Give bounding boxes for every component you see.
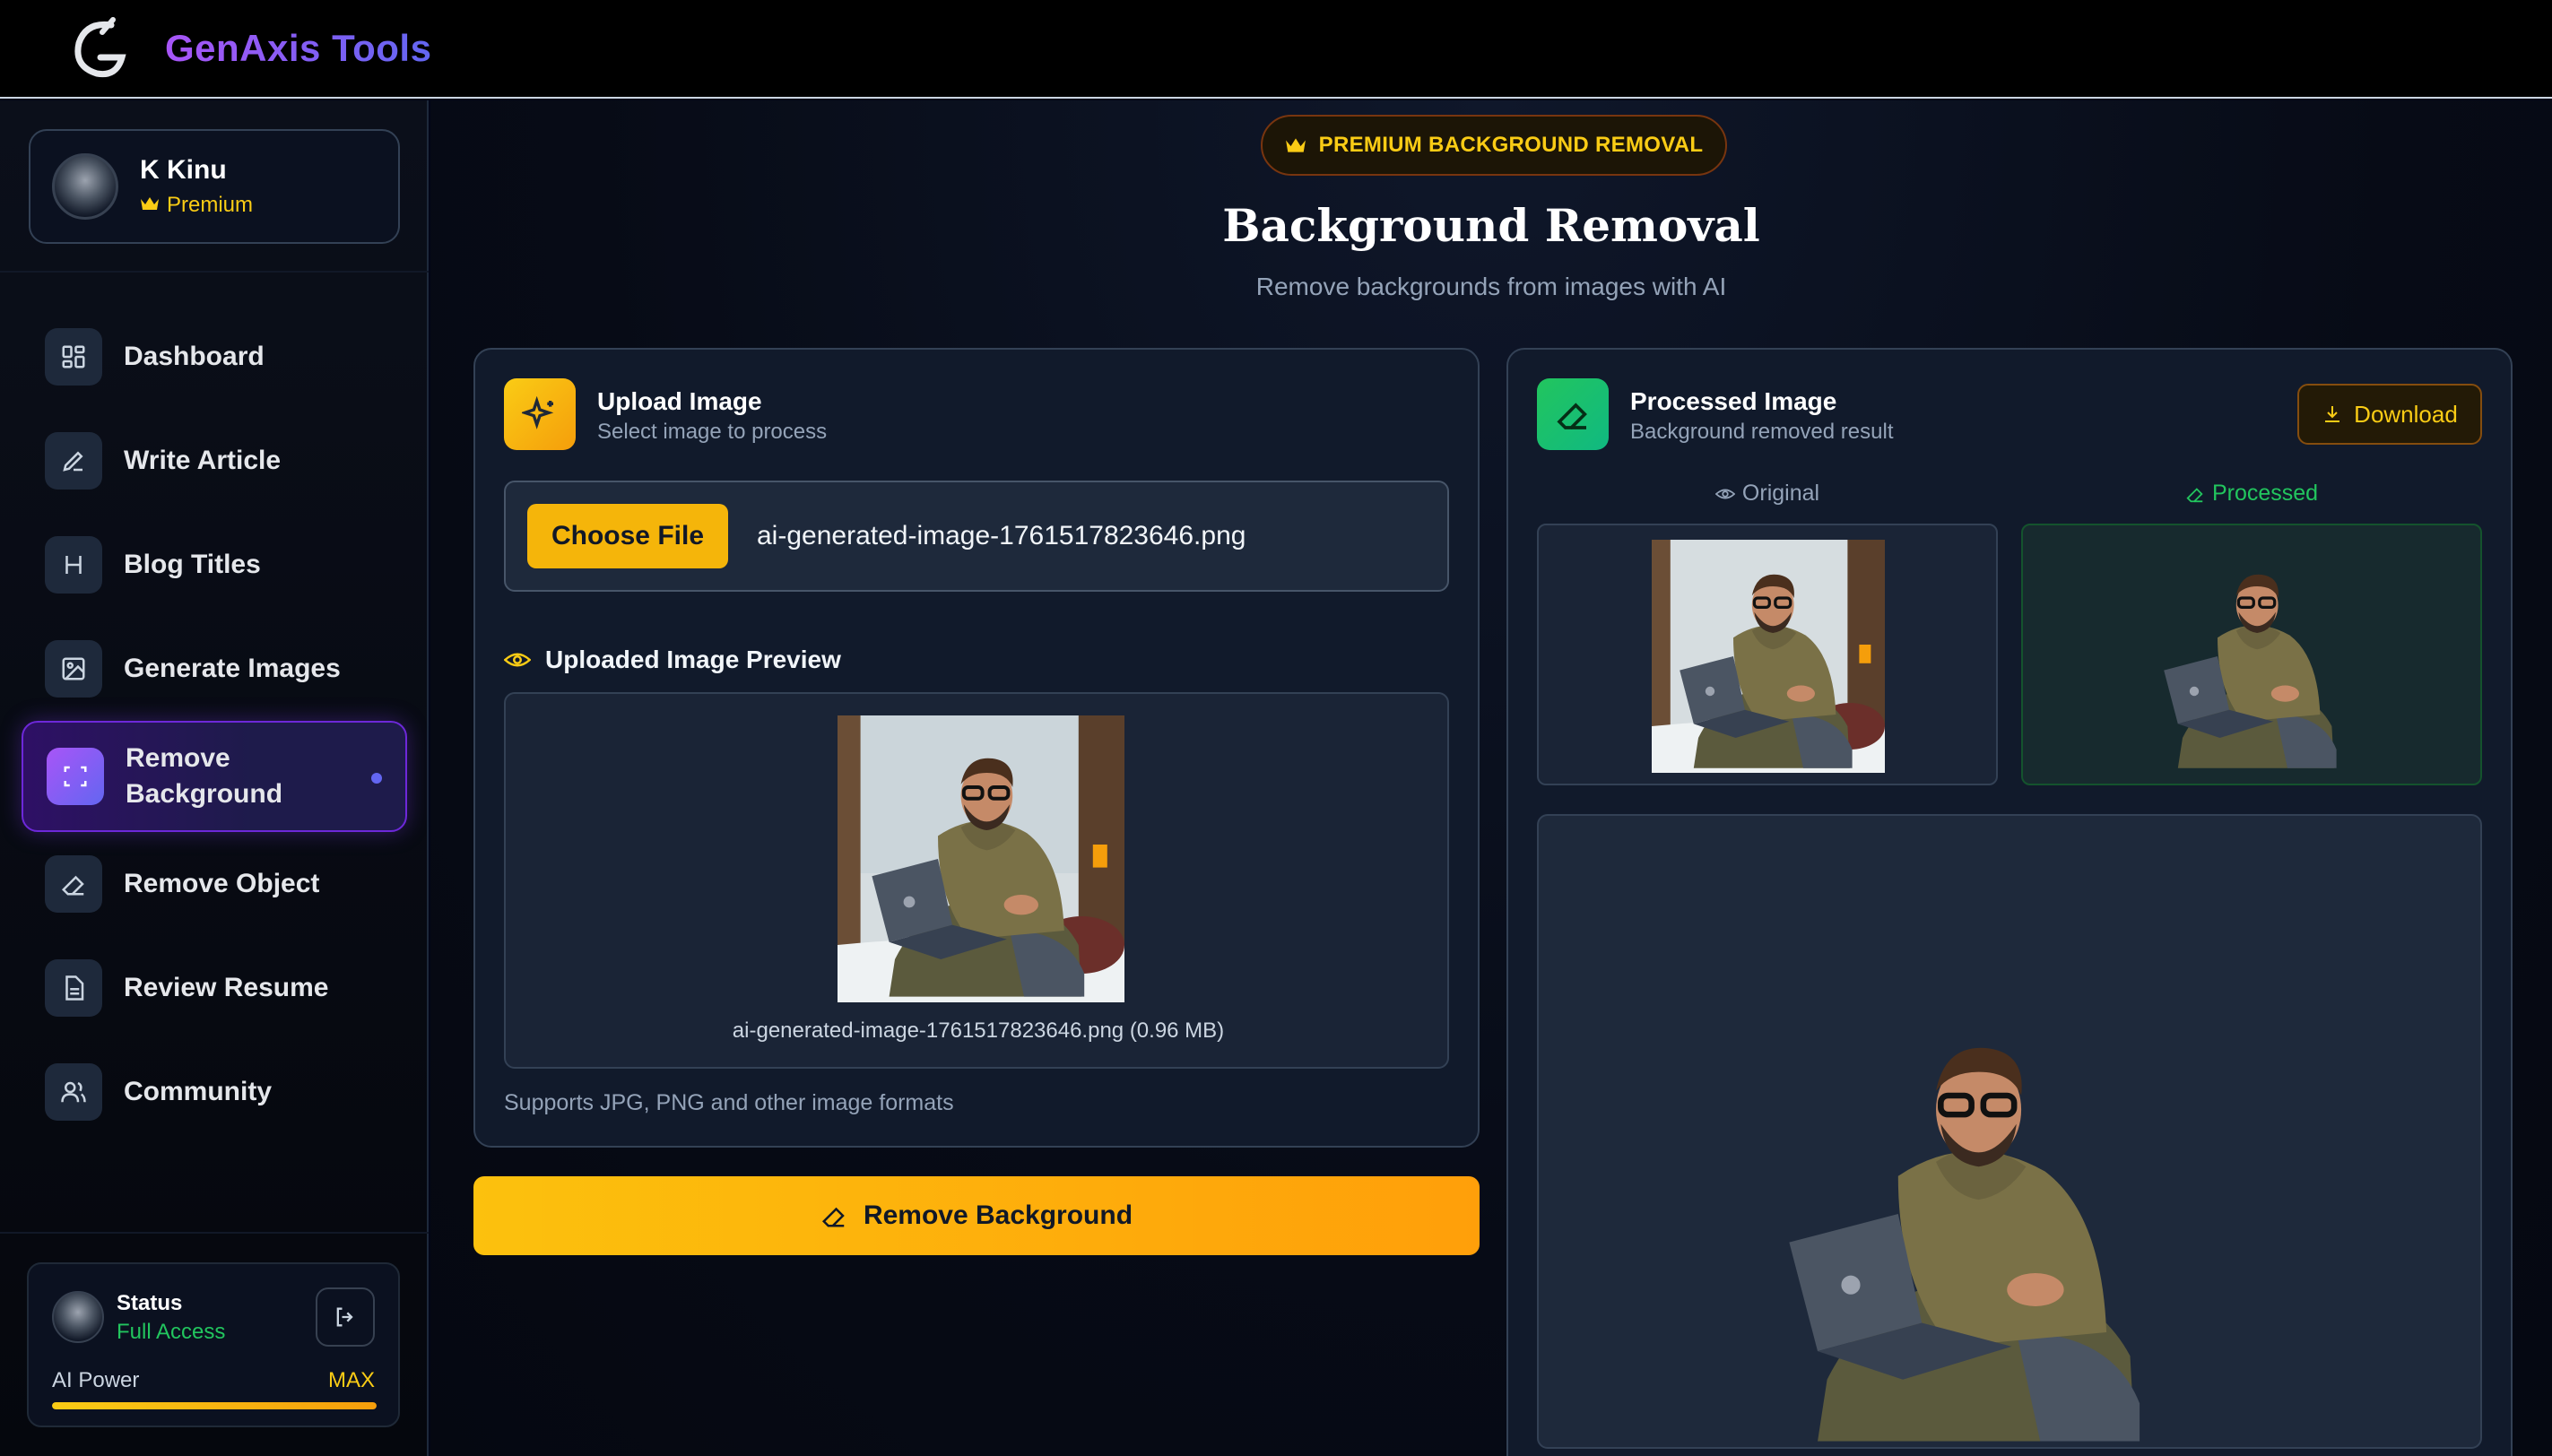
sidebar-item-label: Dashboard	[124, 342, 265, 371]
avatar	[52, 1291, 104, 1343]
upload-subtitle: Select image to process	[597, 420, 828, 444]
pen-icon	[45, 432, 102, 490]
choose-file-button[interactable]: Choose File	[527, 504, 728, 568]
sidebar-item-generate-images[interactable]: Generate Images	[22, 617, 407, 721]
processed-result-preview	[1537, 814, 2482, 1449]
eraser-icon	[2186, 487, 2203, 502]
upload-title: Upload Image	[597, 387, 762, 415]
ai-power-bar	[52, 1402, 377, 1409]
processed-result-image	[1718, 977, 2220, 1449]
status-card: Status Full Access AI Power MAX	[27, 1262, 400, 1427]
eye-icon	[1714, 489, 1735, 498]
eraser-icon	[45, 855, 102, 913]
sidebar-item-label: Remove Background	[126, 743, 283, 809]
premium-badge: PREMIUM BACKGROUND REMOVAL	[1261, 115, 1727, 176]
app-title[interactable]: GenAxis Tools	[165, 27, 431, 70]
status-value: Full Access	[117, 1320, 226, 1344]
processed-label-text: Processed	[2211, 481, 2319, 506]
uploaded-image	[838, 715, 1124, 1002]
sidebar-item-review-resume[interactable]: Review Resume	[22, 936, 407, 1040]
sidebar-item-label: Blog Titles	[124, 550, 261, 579]
original-thumbnail[interactable]	[1537, 524, 1998, 785]
eraser-icon	[821, 1207, 845, 1227]
sidebar: K Kinu Premium Dashboard Write Article B…	[0, 100, 429, 1456]
avatar	[52, 153, 118, 220]
dashboard-grid-icon	[45, 328, 102, 386]
remove-background-button[interactable]: Remove Background	[473, 1176, 1480, 1255]
original-label: Original	[1537, 481, 1998, 507]
profile-name: K Kinu	[140, 155, 227, 185]
profile-plan-label: Premium	[167, 193, 254, 217]
logout-icon	[336, 1307, 353, 1327]
remove-background-label: Remove Background	[863, 1200, 1133, 1230]
sparkles-icon	[504, 378, 576, 450]
document-icon	[45, 959, 102, 1017]
sidebar-item-remove-object[interactable]: Remove Object	[22, 832, 407, 936]
preview-caption: ai-generated-image-1761517823646.png (0.…	[732, 1018, 1225, 1043]
sidebar-item-label: Review Resume	[124, 973, 329, 1002]
profile-card[interactable]: K Kinu Premium	[29, 129, 400, 244]
crown-icon	[1285, 138, 1306, 152]
supported-formats-note: Supports JPG, PNG and other image format…	[504, 1090, 954, 1115]
main-content: PREMIUM BACKGROUND REMOVAL Background Re…	[430, 100, 2552, 1456]
processed-card: Processed Image Background removed resul…	[1506, 348, 2513, 1456]
sidebar-item-blog-titles[interactable]: Blog Titles	[22, 513, 407, 617]
page-title: Background Removal	[1222, 199, 1760, 252]
download-button[interactable]: Download	[2297, 384, 2482, 445]
sidebar-item-community[interactable]: Community	[22, 1040, 407, 1144]
genaxis-logo-icon[interactable]	[70, 16, 127, 81]
preview-heading-label: Uploaded Image Preview	[545, 646, 841, 673]
page-subtitle: Remove backgrounds from images with AI	[1255, 273, 1727, 300]
sidebar-item-dashboard[interactable]: Dashboard	[22, 305, 407, 409]
ai-power-fill	[52, 1402, 377, 1409]
sidebar-item-remove-background[interactable]: Remove Background	[22, 721, 407, 832]
divider	[0, 1232, 429, 1234]
sidebar-item-write-article[interactable]: Write Article	[22, 409, 407, 513]
scan-frame-icon	[47, 748, 104, 805]
image-icon	[45, 640, 102, 698]
logout-button[interactable]	[316, 1287, 375, 1347]
sidebar-nav: Dashboard Write Article Blog Titles Gene…	[22, 305, 407, 1144]
image-preview: ai-generated-image-1761517823646.png (0.…	[504, 692, 1449, 1069]
preview-heading: Uploaded Image Preview	[504, 646, 841, 674]
original-image	[1652, 540, 1885, 773]
top-bar: GenAxis Tools	[0, 0, 2552, 99]
sidebar-item-label: Generate Images	[124, 654, 341, 683]
heading-icon	[45, 536, 102, 594]
download-label: Download	[2354, 400, 2458, 428]
ai-power-value: MAX	[327, 1368, 375, 1392]
download-icon	[2325, 406, 2340, 422]
processed-label: Processed	[2021, 481, 2482, 507]
selected-file-name: ai-generated-image-1761517823646.png	[757, 521, 1246, 550]
divider	[0, 271, 429, 273]
processed-thumbnail[interactable]	[2021, 524, 2482, 785]
eraser-icon	[1537, 378, 1609, 450]
profile-plan: Premium	[140, 193, 253, 218]
active-indicator	[371, 773, 382, 784]
upload-card: Upload Image Select image to process Cho…	[473, 348, 1480, 1148]
premium-badge-label: PREMIUM BACKGROUND REMOVAL	[1318, 133, 1704, 157]
processed-subtitle: Background removed result	[1630, 420, 1894, 444]
file-input[interactable]: Choose File ai-generated-image-176151782…	[504, 481, 1449, 592]
sidebar-item-label: Write Article	[124, 446, 282, 475]
ai-power-label: AI Power	[52, 1368, 140, 1392]
sidebar-item-label: Remove Object	[124, 869, 320, 898]
status-title: Status	[117, 1291, 183, 1315]
eye-icon	[504, 653, 531, 667]
crown-icon	[140, 193, 160, 218]
users-icon	[45, 1063, 102, 1121]
processed-title: Processed Image	[1630, 387, 1837, 415]
processed-image	[2162, 573, 2339, 770]
original-label-text: Original	[1741, 481, 1820, 506]
sidebar-item-label: Community	[124, 1077, 272, 1106]
